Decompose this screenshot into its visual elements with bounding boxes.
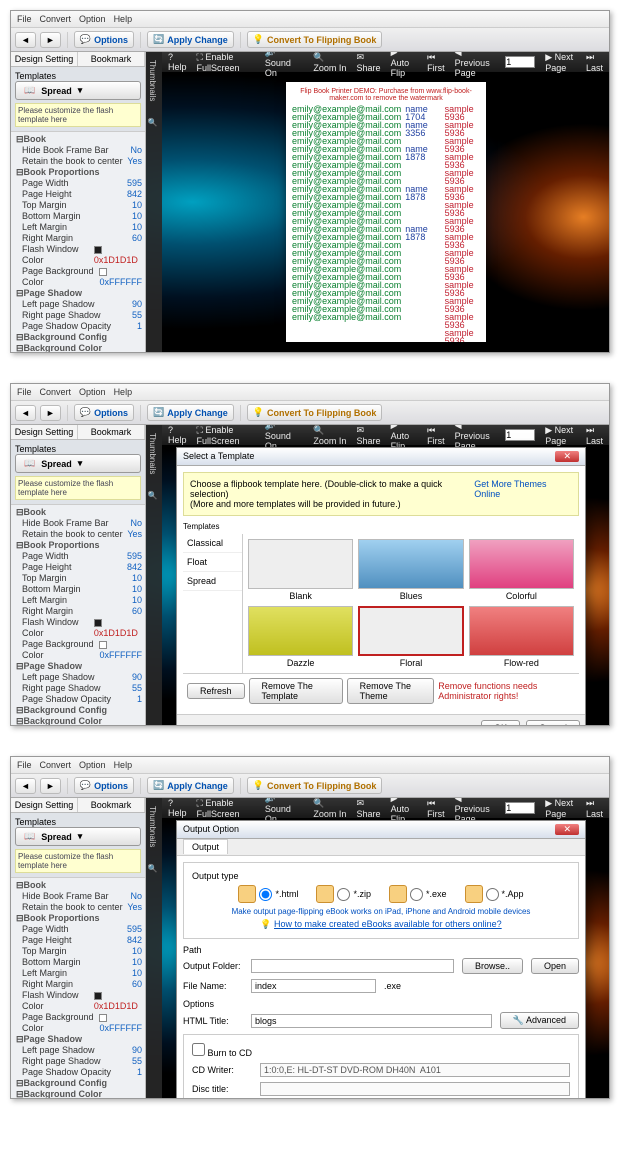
mobile-note: Make output page-flipping eBook works on… bbox=[192, 907, 570, 916]
admin-warning: Remove functions needs Administrator rig… bbox=[438, 681, 575, 701]
thumb-blues[interactable]: Blues bbox=[358, 539, 463, 601]
browse-button[interactable]: Browse.. bbox=[462, 958, 523, 974]
tb-share[interactable]: ✉ Share bbox=[356, 52, 380, 73]
tb-prev[interactable]: ◀ Previous Page bbox=[455, 52, 496, 78]
spread-button[interactable]: 📖 Spread ▾ bbox=[15, 81, 141, 100]
cat-classical[interactable]: Classical bbox=[183, 534, 242, 553]
advanced-button[interactable]: 🔧 Advanced bbox=[500, 1012, 579, 1029]
cd-writer-select[interactable] bbox=[260, 1063, 570, 1077]
menubar: File Convert Option Help bbox=[11, 11, 609, 28]
cat-spread[interactable]: Spread bbox=[183, 572, 242, 591]
screenshot-output-dialog: File Convert Option Help ◄► 💬 Options 🔄 … bbox=[10, 756, 610, 1099]
thumb-flow-red[interactable]: Flow-red bbox=[469, 606, 574, 668]
open-button[interactable]: Open bbox=[531, 958, 579, 974]
hint-line2: (More and more templates will be provide… bbox=[190, 499, 474, 509]
sidebar: Design SettingBookmark Templates 📖 Sprea… bbox=[11, 425, 146, 725]
remove-template-button[interactable]: Remove The Template bbox=[249, 678, 343, 704]
btn-options[interactable]: 💬 Options bbox=[74, 31, 134, 48]
howto-link[interactable]: How to make created eBooks available for… bbox=[274, 919, 502, 929]
btn-apply[interactable]: 🔄 Apply Change bbox=[147, 31, 234, 48]
close-icon[interactable]: ✕ bbox=[555, 824, 579, 835]
hint-line1: Choose a flipbook template here. (Double… bbox=[190, 479, 474, 499]
btn-convert-book[interactable]: 💡 Convert To Flipping Book bbox=[247, 31, 383, 48]
vertical-tabs: Thumbnails 🔍 bbox=[146, 52, 162, 352]
toolbar: ◄ ► 💬 Options 🔄 Apply Change 💡 Convert T… bbox=[11, 28, 609, 52]
dialog-title: Select a Template bbox=[183, 451, 254, 462]
tb-sound[interactable]: 🔊 Sound On bbox=[265, 52, 303, 78]
html-title-input[interactable] bbox=[251, 1014, 492, 1028]
sidebar: Design SettingBookmark Templates 📖 Sprea… bbox=[11, 798, 146, 1098]
get-more-themes-link[interactable]: Get More Themes Online bbox=[474, 479, 572, 509]
burn-cd-group: Burn to CD CD Writer: Disc title: bbox=[183, 1034, 579, 1098]
cat-float[interactable]: Float bbox=[183, 553, 242, 572]
property-tree[interactable]: ⊟BookHide Book Frame BarNoRetain the boo… bbox=[11, 505, 145, 725]
tb-help[interactable]: ? Help bbox=[168, 52, 187, 72]
screenshot-template-dialog: File Convert Option Help ◄► 💬 Options 🔄 … bbox=[10, 383, 610, 726]
hint-customize: Please customize the flash template here bbox=[15, 103, 141, 127]
radio-exe[interactable]: *.exe bbox=[389, 885, 447, 903]
preview-topbar: ? Help ⛶ Enable FullScreen 🔊 Sound On 🔍 … bbox=[162, 52, 609, 72]
page-input[interactable] bbox=[505, 56, 535, 68]
radio-html[interactable]: *.html bbox=[238, 885, 298, 903]
screenshot-main: File Convert Option Help ◄ ► 💬 Options 🔄… bbox=[10, 10, 610, 353]
btn-prev[interactable]: ◄ bbox=[15, 32, 36, 48]
property-tree[interactable]: ⊟BookHide Book Frame BarNoRetain the boo… bbox=[11, 132, 145, 352]
tb-autoflip[interactable]: ▶ Auto Flip bbox=[391, 52, 418, 78]
ok-button[interactable]: OK bbox=[481, 720, 520, 725]
remove-theme-button[interactable]: Remove The Theme bbox=[347, 678, 435, 704]
output-type-group: Output type *.html *.zip *.exe *.App Mak… bbox=[183, 862, 579, 939]
menubar: File Convert Option Help bbox=[11, 757, 609, 774]
menu-option[interactable]: Option bbox=[79, 14, 106, 24]
tb-next[interactable]: ▶ Next Page bbox=[545, 52, 576, 73]
vtab-search[interactable]: 🔍 bbox=[146, 109, 159, 135]
tb-last[interactable]: ⏭ Last bbox=[586, 52, 603, 73]
vtab-thumbnails[interactable]: Thumbnails bbox=[146, 52, 159, 109]
filename-input[interactable] bbox=[251, 979, 376, 993]
thumb-colorful[interactable]: Colorful bbox=[469, 539, 574, 601]
template-thumbnails: BlankBluesColorful DazzleFloralFlow-red bbox=[243, 534, 579, 673]
tb-zoom[interactable]: 🔍 Zoom In bbox=[313, 52, 346, 73]
menubar: File Convert Option Help bbox=[11, 384, 609, 401]
output-folder-input[interactable] bbox=[251, 959, 454, 973]
thumb-dazzle[interactable]: Dazzle bbox=[248, 606, 353, 668]
menu-convert[interactable]: Convert bbox=[40, 14, 72, 24]
menu-help[interactable]: Help bbox=[114, 14, 133, 24]
tab-design-setting[interactable]: Design Setting bbox=[11, 52, 78, 66]
thumb-floral[interactable]: Floral bbox=[358, 606, 463, 668]
refresh-button[interactable]: Refresh bbox=[187, 683, 245, 699]
tb-fullscreen[interactable]: ⛶ Enable FullScreen bbox=[197, 52, 255, 73]
templates-label: Templates bbox=[15, 71, 141, 81]
stage: Thumbnails 🔍 ? Help ⛶ Enable FullScreen … bbox=[146, 52, 609, 352]
toolbar: ◄► 💬 Options 🔄 Apply Change 💡 Convert To… bbox=[11, 401, 609, 425]
close-icon[interactable]: ✕ bbox=[555, 451, 579, 462]
thumb-blank[interactable]: Blank bbox=[248, 539, 353, 601]
sidebar: Design Setting Bookmark Templates 📖 Spre… bbox=[11, 52, 146, 352]
btn-next[interactable]: ► bbox=[40, 32, 61, 48]
output-tab[interactable]: Output bbox=[183, 839, 228, 854]
radio-zip[interactable]: *.zip bbox=[316, 885, 371, 903]
property-tree[interactable]: ⊟BookHide Book Frame BarNoRetain the boo… bbox=[11, 878, 145, 1098]
radio-app[interactable]: *.App bbox=[465, 885, 524, 903]
demo-watermark: Flip Book Printer DEMO: Purchase from ww… bbox=[292, 88, 480, 102]
dialog-title: Output Option bbox=[183, 824, 239, 835]
select-template-dialog: Select a Template ✕ Choose a flipbook te… bbox=[176, 447, 586, 725]
stage: Thumbnails🔍 ? Help ⛶ Enable FullScreen 🔊… bbox=[146, 798, 609, 1098]
cancel-button[interactable]: Cancel bbox=[526, 720, 580, 725]
book-preview: Flip Book Printer DEMO: Purchase from ww… bbox=[286, 82, 486, 342]
burn-checkbox[interactable]: Burn to CD bbox=[192, 1048, 252, 1058]
template-category-list: Classical Float Spread bbox=[183, 534, 243, 673]
stage: Thumbnails🔍 ? Help ⛶ Enable FullScreen 🔊… bbox=[146, 425, 609, 725]
menu-file[interactable]: File bbox=[17, 14, 32, 24]
toolbar: ◄► 💬 Options 🔄 Apply Change 💡 Convert To… bbox=[11, 774, 609, 798]
tb-first[interactable]: ⏮ First bbox=[427, 52, 445, 73]
sidebar-tabs: Design Setting Bookmark bbox=[11, 52, 145, 67]
disc-title-input[interactable] bbox=[260, 1082, 570, 1096]
output-option-dialog: Output Option ✕ Output Output type *.htm… bbox=[176, 820, 586, 1098]
tab-bookmark[interactable]: Bookmark bbox=[78, 52, 145, 66]
